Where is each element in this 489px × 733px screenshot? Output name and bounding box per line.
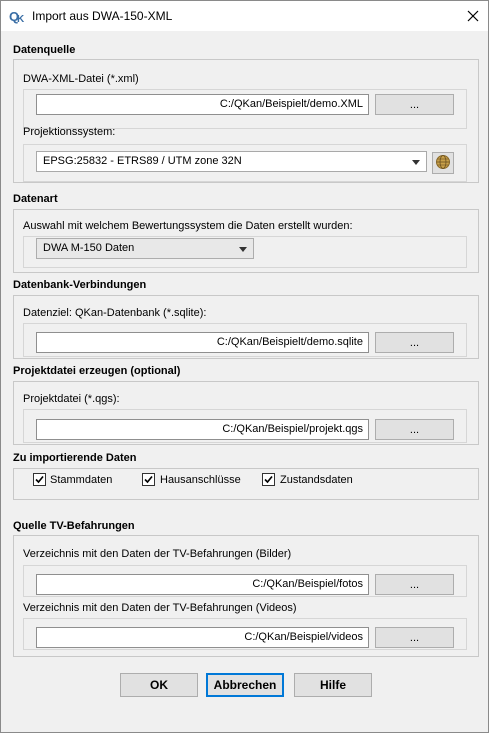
tv-bilder-browse-button[interactable]: ... xyxy=(375,574,454,595)
section-title-datenquelle: Datenquelle xyxy=(13,44,76,56)
import-dialog: Q K Import aus DWA-150-XML Datenquelle D… xyxy=(0,0,489,733)
section-title-datenbank: Datenbank-Verbindungen xyxy=(13,279,147,291)
stammdaten-checkbox[interactable] xyxy=(33,473,46,486)
tv-videos-input[interactable]: C:/QKan/Beispiel/videos xyxy=(36,627,369,648)
checkmark-icon xyxy=(144,475,153,484)
hausanschluesse-label: Hausanschlüsse xyxy=(160,474,241,486)
zustandsdaten-label: Zustandsdaten xyxy=(280,474,353,486)
help-button[interactable]: Hilfe xyxy=(294,673,372,697)
datenbank-input[interactable]: C:/QKan/Beispielt/demo.sqlite xyxy=(36,332,369,353)
globe-icon xyxy=(435,154,451,173)
xml-file-label: DWA-XML-Datei (*.xml) xyxy=(23,73,139,85)
hausanschluesse-checkbox[interactable] xyxy=(142,473,155,486)
projekt-input[interactable]: C:/QKan/Beispiel/projekt.qgs xyxy=(36,419,369,440)
tv-bilder-input[interactable]: C:/QKan/Beispiel/fotos xyxy=(36,574,369,595)
window-title: Import aus DWA-150-XML xyxy=(32,9,173,23)
projekt-label: Projektdatei (*.qgs): xyxy=(23,393,120,405)
zustandsdaten-checkbox[interactable] xyxy=(262,473,275,486)
datenbank-browse-button[interactable]: ... xyxy=(375,332,454,353)
xml-file-input[interactable]: C:/QKan/Beispielt/demo.XML xyxy=(36,94,369,115)
datenart-select[interactable]: DWA M-150 Daten xyxy=(36,238,254,259)
title-bar: Q K Import aus DWA-150-XML xyxy=(1,1,488,31)
chevron-down-icon xyxy=(412,160,420,165)
datenart-select-value: DWA M-150 Daten xyxy=(43,242,135,254)
section-title-projekt: Projektdatei erzeugen (optional) xyxy=(13,365,181,377)
section-title-tv: Quelle TV-Befahrungen xyxy=(13,520,135,532)
section-title-datenart: Datenart xyxy=(13,193,58,205)
checkmark-icon xyxy=(264,475,273,484)
datenbank-label: Datenziel: QKan-Datenbank (*.sqlite): xyxy=(23,307,207,319)
xml-browse-button[interactable]: ... xyxy=(375,94,454,115)
datenart-label: Auswahl mit welchem Bewertungssystem die… xyxy=(23,220,353,232)
ok-button[interactable]: OK xyxy=(120,673,198,697)
checkmark-icon xyxy=(35,475,44,484)
tv-videos-label: Verzeichnis mit den Daten der TV-Befahru… xyxy=(23,602,297,614)
chevron-down-icon xyxy=(239,247,247,252)
projekt-browse-button[interactable]: ... xyxy=(375,419,454,440)
crs-label: Projektionssystem: xyxy=(23,126,116,138)
tv-bilder-label: Verzeichnis mit den Daten der TV-Befahru… xyxy=(23,548,292,560)
close-icon[interactable] xyxy=(458,1,488,31)
tv-videos-browse-button[interactable]: ... xyxy=(375,627,454,648)
qgis-app-icon: Q K xyxy=(9,8,25,25)
cancel-button[interactable]: Abbrechen xyxy=(206,673,284,697)
crs-select-value: EPSG:25832 - ETRS89 / UTM zone 32N xyxy=(43,155,242,167)
crs-select[interactable]: EPSG:25832 - ETRS89 / UTM zone 32N xyxy=(36,151,427,172)
stammdaten-label: Stammdaten xyxy=(50,474,113,486)
crs-selector-button[interactable] xyxy=(432,152,454,174)
svg-text:K: K xyxy=(17,14,25,24)
section-title-import-daten: Zu importierende Daten xyxy=(13,452,137,464)
